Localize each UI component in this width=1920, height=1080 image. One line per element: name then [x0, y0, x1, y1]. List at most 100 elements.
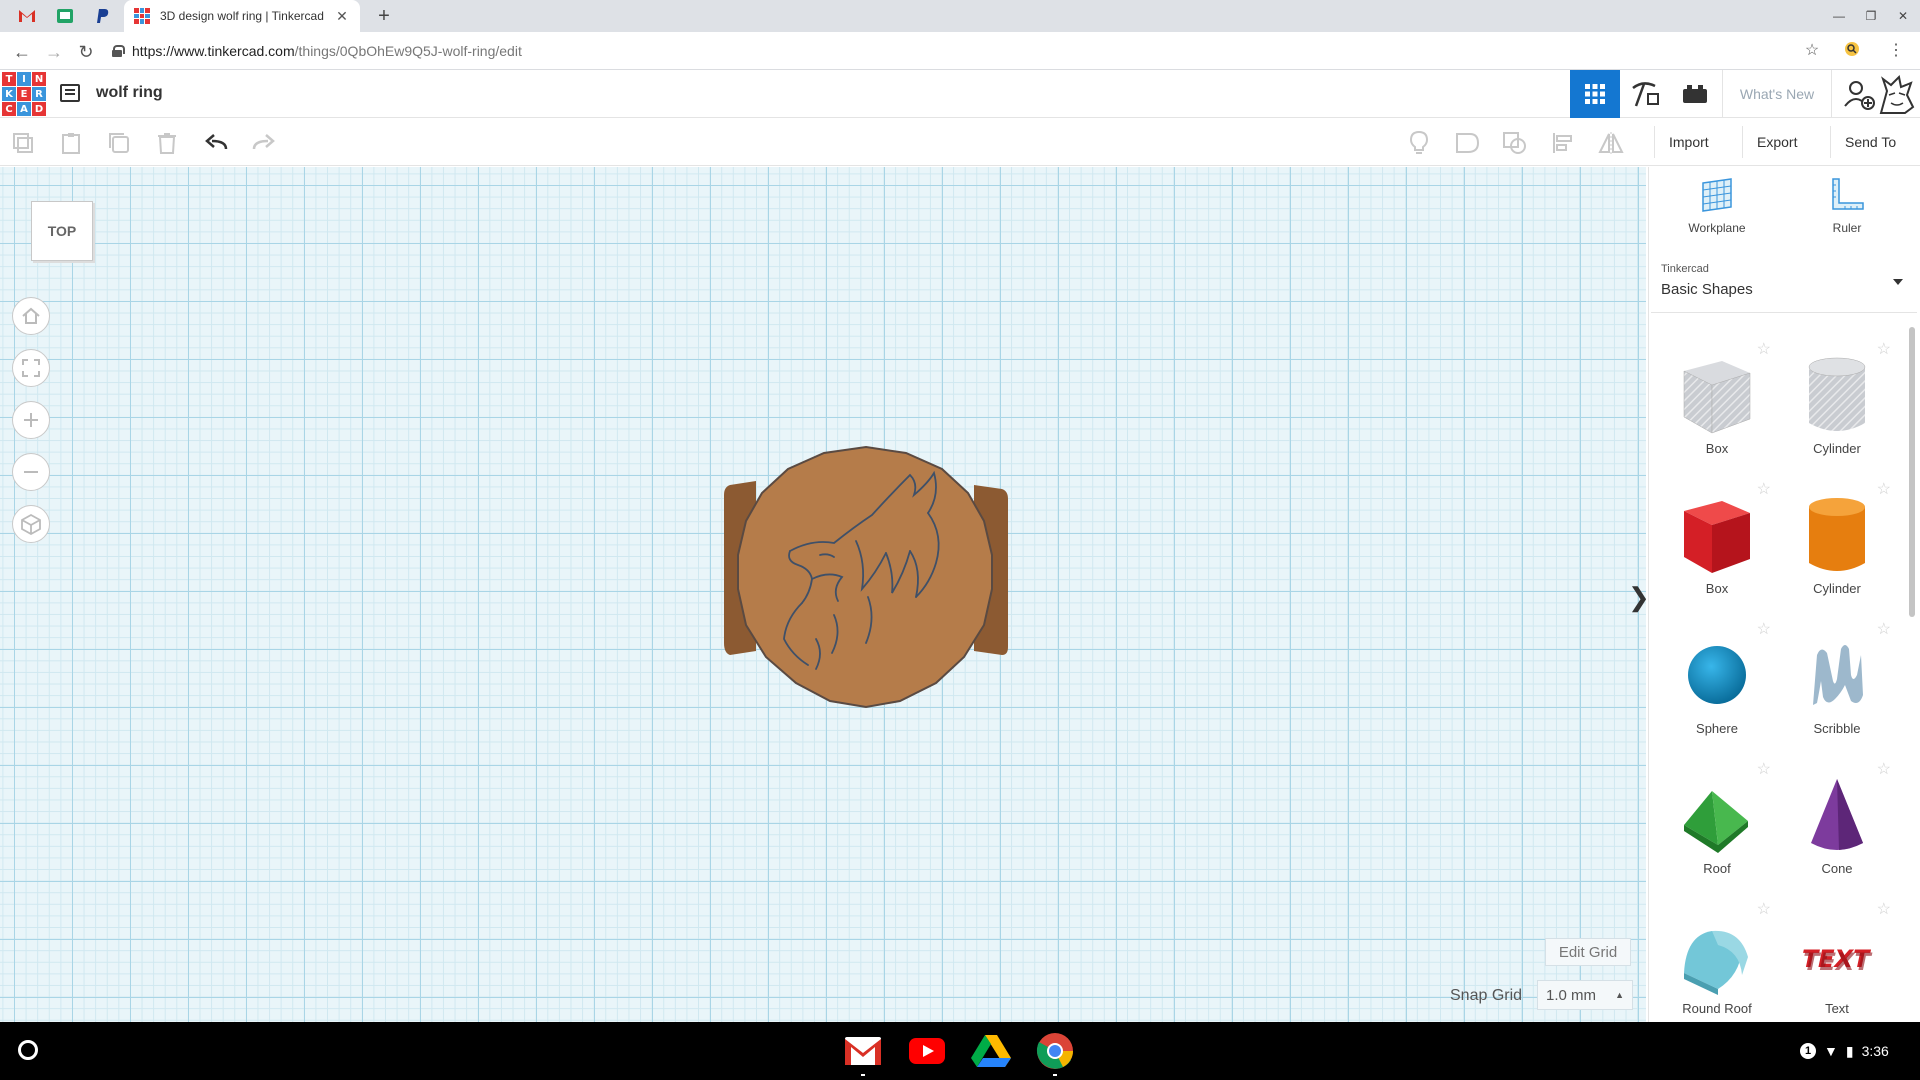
shape-name: Round Roof: [1682, 1001, 1752, 1016]
shape-scribble[interactable]: ☆ Scribble: [1777, 619, 1897, 755]
shape-box-hole[interactable]: ☆ Box: [1657, 339, 1777, 475]
import-button[interactable]: Import: [1654, 126, 1723, 158]
notes-button[interactable]: [1406, 130, 1432, 156]
favorite-star-icon[interactable]: ☆: [1877, 899, 1891, 919]
favorite-star-icon[interactable]: ☆: [1877, 339, 1891, 359]
shape-cylinder-hole[interactable]: ☆ Cylinder: [1777, 339, 1897, 475]
status-tray[interactable]: 1 ▼ ▮ 3:36: [1800, 1040, 1889, 1062]
chrome-icon: [1036, 1033, 1073, 1069]
pickaxe-icon: [1632, 82, 1659, 107]
launcher-icon[interactable]: [18, 1040, 38, 1060]
copy-button[interactable]: [10, 130, 36, 156]
box-hole-icon: [1683, 361, 1751, 434]
extension-icon[interactable]: [1842, 41, 1862, 61]
favorite-star-icon[interactable]: ☆: [1757, 619, 1771, 639]
pinned-tab-gmail[interactable]: [8, 0, 46, 32]
shape-round-roof[interactable]: ☆ Round Roof: [1657, 899, 1777, 1022]
back-button[interactable]: ←: [10, 40, 34, 64]
shape-box[interactable]: ☆ Box: [1657, 479, 1777, 615]
favorite-star-icon[interactable]: ☆: [1757, 759, 1771, 779]
reload-button[interactable]: ↻: [74, 40, 98, 64]
perspective-cube-icon: [21, 513, 41, 535]
shape-name: Scribble: [1813, 721, 1861, 736]
ruler-tool[interactable]: Ruler: [1797, 177, 1897, 243]
design-title[interactable]: wolf ring: [96, 84, 163, 102]
url-field[interactable]: https://www.tinkercad.com/things/0QbOhEw…: [112, 37, 1812, 65]
edit-grid-button[interactable]: Edit Grid: [1545, 938, 1631, 966]
shape-roof[interactable]: ☆ Roof: [1657, 759, 1777, 895]
tinkercad-logo[interactable]: T I N K E R C A D: [2, 72, 46, 116]
shelf-app-chrome[interactable]: [1034, 1030, 1076, 1076]
ruler-icon: [1832, 178, 1864, 210]
align-icon: [1553, 133, 1572, 153]
favorite-star-icon[interactable]: ☆: [1757, 339, 1771, 359]
zoom-in-button[interactable]: [12, 401, 50, 439]
design-list-icon[interactable]: [60, 84, 80, 102]
browser-menu-icon[interactable]: ⋮: [1886, 41, 1906, 61]
shape-cone[interactable]: ☆ Cone: [1777, 759, 1897, 895]
tab-tinkercad[interactable]: 3D design wolf ring | Tinkercad ✕: [124, 0, 360, 32]
minimize-button[interactable]: —: [1826, 6, 1852, 26]
favorite-star-icon[interactable]: ☆: [1877, 619, 1891, 639]
pinned-tab-paypal[interactable]: [84, 0, 122, 32]
snap-grid-value: 1.0 mm: [1546, 986, 1597, 1004]
shape-text[interactable]: ☆ TEXT TEXT Text: [1777, 899, 1897, 1022]
favorite-star-icon[interactable]: ☆: [1757, 899, 1771, 919]
shelf-app-gmail[interactable]: [842, 1030, 884, 1076]
lightbulb-icon: [1409, 130, 1429, 154]
workplane-canvas[interactable]: TOP ❯ Edit Grid Sn: [0, 167, 1646, 1022]
add-user-icon: [1844, 81, 1875, 110]
bricks-view-button[interactable]: [1670, 70, 1720, 118]
fit-view-button[interactable]: [12, 349, 50, 387]
undo-button[interactable]: [204, 130, 230, 156]
shape-sphere[interactable]: ☆ Sphere: [1657, 619, 1777, 755]
collapse-panel-chevron-icon[interactable]: ❯: [1628, 575, 1646, 619]
3d-design-view-button[interactable]: [1570, 70, 1620, 118]
wolf-ring-shape[interactable]: [716, 443, 1016, 711]
shape-library-select[interactable]: Tinkercad Basic Shapes: [1651, 253, 1917, 313]
send-to-button[interactable]: Send To: [1830, 126, 1910, 158]
blocks-view-button[interactable]: [1620, 70, 1670, 118]
shelf-app-youtube[interactable]: [906, 1030, 948, 1072]
restore-button[interactable]: ❐: [1858, 6, 1884, 26]
redo-button[interactable]: [250, 130, 276, 156]
duplicate-button[interactable]: [106, 130, 132, 156]
favorite-star-icon[interactable]: ☆: [1877, 759, 1891, 779]
user-avatar[interactable]: [1872, 70, 1920, 118]
shelf-app-drive[interactable]: [970, 1030, 1012, 1072]
logo-letter: A: [17, 102, 31, 116]
group-button[interactable]: [1454, 130, 1480, 156]
delete-button[interactable]: [154, 130, 180, 156]
view-cube[interactable]: TOP: [31, 201, 93, 261]
home-view-button[interactable]: [12, 297, 50, 335]
mirror-icon: [1598, 132, 1624, 154]
perspective-toggle-button[interactable]: [12, 505, 50, 543]
forward-button[interactable]: →: [42, 40, 66, 64]
window-close-button[interactable]: ✕: [1890, 6, 1916, 26]
os-shelf: 1 ▼ ▮ 3:36: [0, 1022, 1920, 1080]
svg-text:TEXT: TEXT: [1800, 947, 1874, 976]
align-button[interactable]: [1550, 130, 1576, 156]
round-roof-icon: [1684, 930, 1748, 995]
whats-new-button[interactable]: What's New: [1722, 70, 1832, 118]
logo-letter: D: [32, 102, 46, 116]
logo-letter: N: [32, 72, 46, 86]
logo-letter: K: [2, 87, 16, 101]
bookmark-star-icon[interactable]: ☆: [1802, 41, 1822, 61]
snap-grid-select[interactable]: 1.0 mm ▲: [1537, 980, 1633, 1010]
favorite-star-icon[interactable]: ☆: [1877, 479, 1891, 499]
panel-scrollbar[interactable]: [1909, 327, 1915, 617]
new-tab-button[interactable]: +: [372, 4, 396, 28]
mirror-button[interactable]: [1598, 130, 1624, 156]
gmail-icon: [19, 10, 35, 22]
favorite-star-icon[interactable]: ☆: [1757, 479, 1771, 499]
shape-cylinder[interactable]: ☆ Cylinder: [1777, 479, 1897, 615]
close-icon[interactable]: ✕: [334, 8, 350, 25]
zoom-out-button[interactable]: [12, 453, 50, 491]
ungroup-button[interactable]: [1502, 130, 1528, 156]
export-button[interactable]: Export: [1742, 126, 1811, 158]
pinned-tab-classroom[interactable]: [46, 0, 84, 32]
paste-button[interactable]: [58, 130, 84, 156]
running-indicator: [1053, 1074, 1057, 1076]
workplane-tool[interactable]: Workplane: [1667, 177, 1767, 243]
